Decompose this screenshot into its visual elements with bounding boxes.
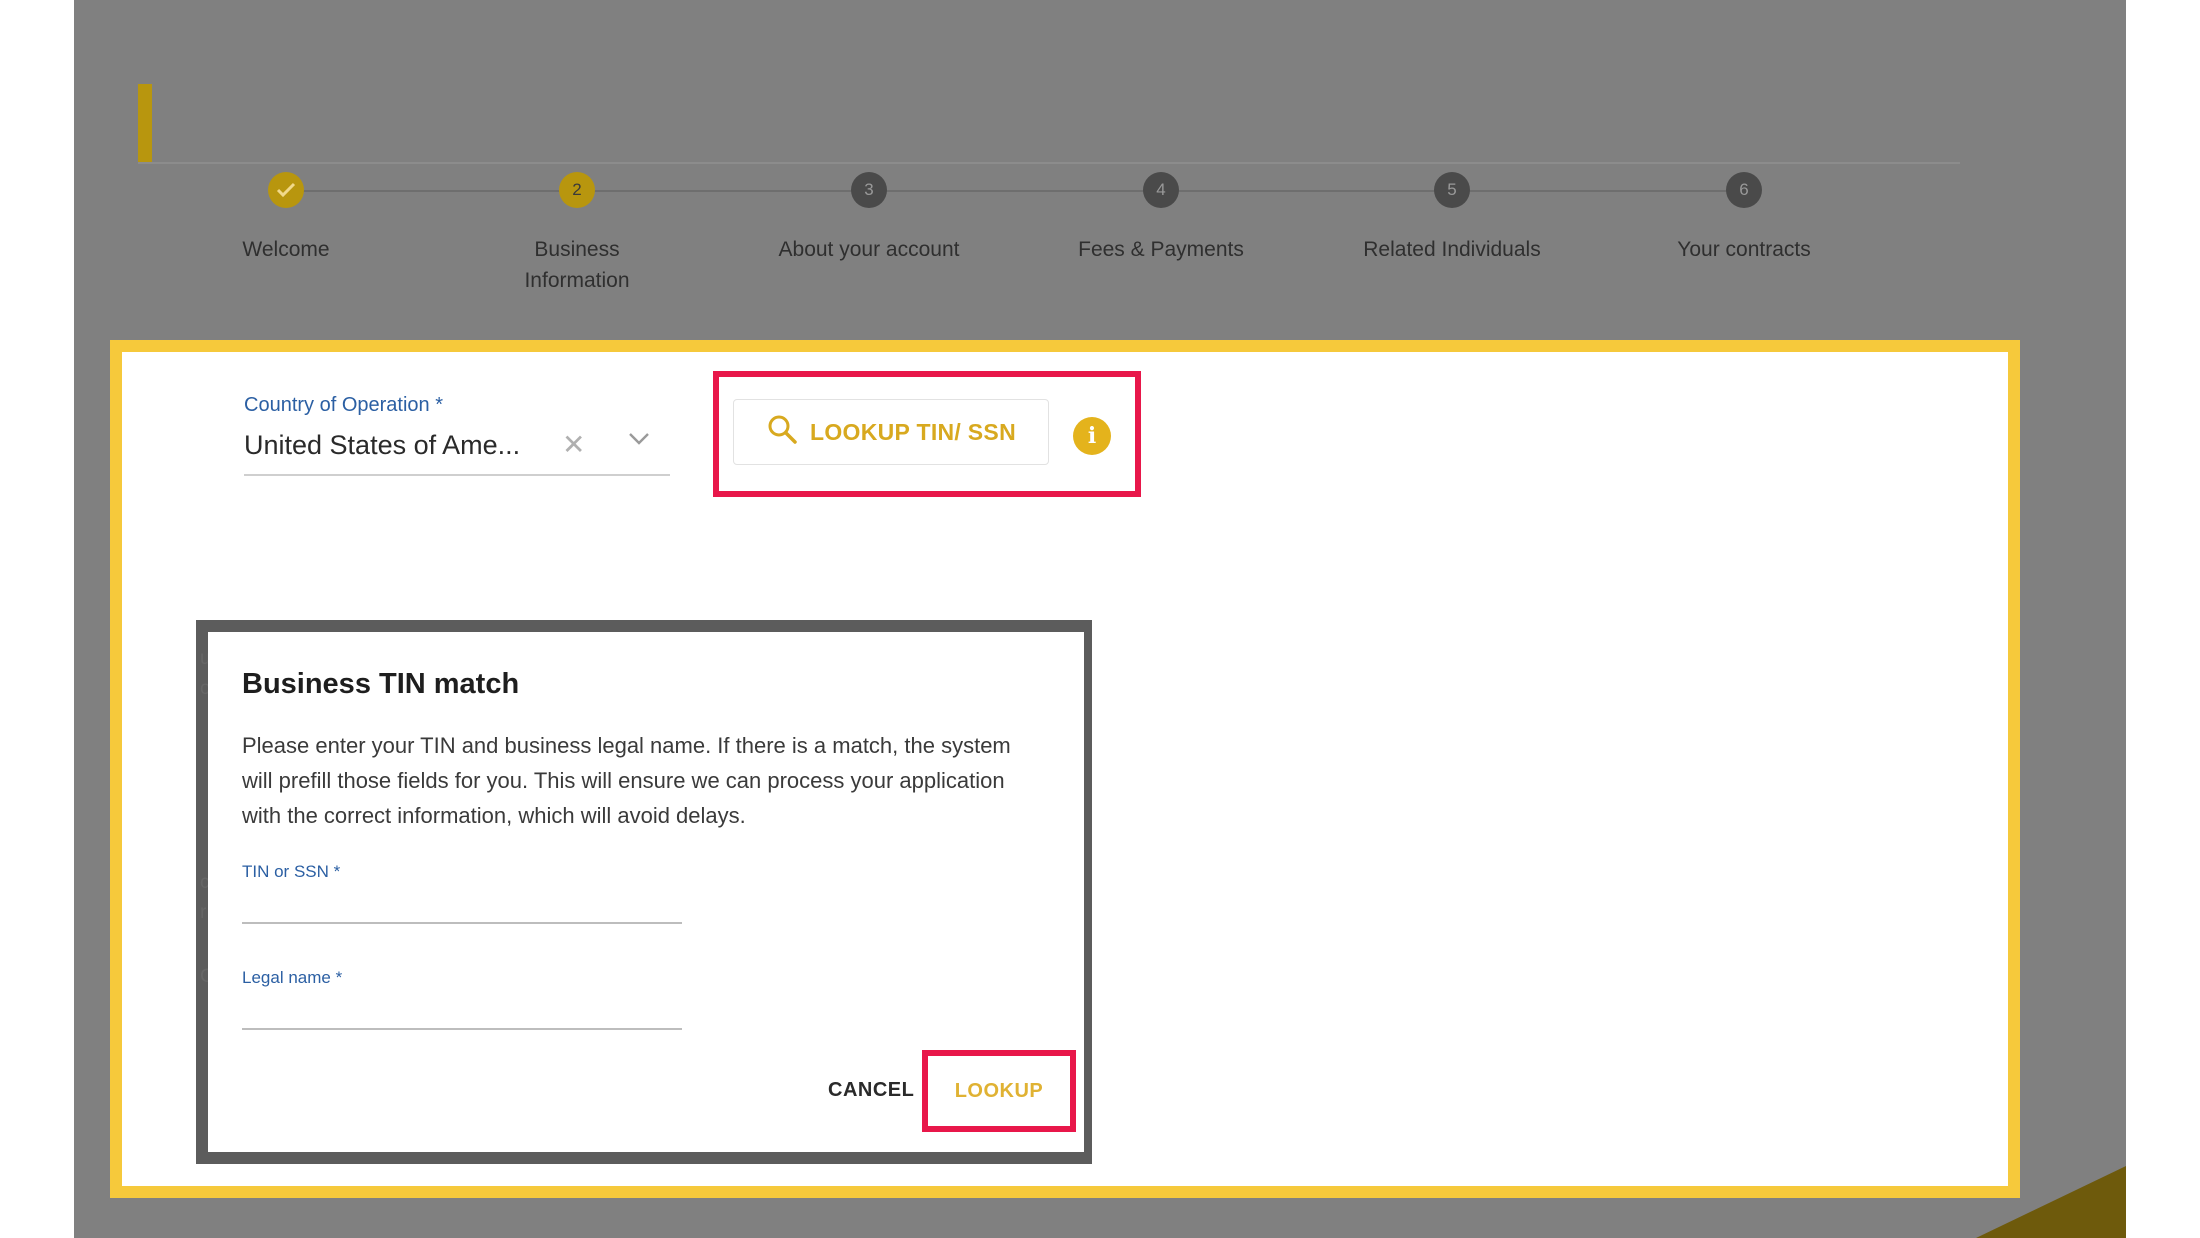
country-select[interactable]: Country of Operation * United States of … xyxy=(244,394,670,476)
tin-ssn-input[interactable] xyxy=(242,893,686,918)
brand-accent-bar xyxy=(138,84,152,162)
step-label: Your contracts xyxy=(1677,238,1811,261)
lookup-button[interactable]: LOOKUP xyxy=(949,1079,1050,1104)
business-tin-match-dialog: Business TIN match Please enter your TIN… xyxy=(208,632,1084,1152)
step-related-individuals[interactable]: 5 Related Individuals xyxy=(1322,172,1582,265)
step-complete-check-icon xyxy=(268,172,304,208)
lookup-button-highlight: LOOKUP xyxy=(922,1050,1076,1132)
dialog-description: Please enter your TIN and business legal… xyxy=(242,733,1011,828)
background-text-fragment: r xyxy=(200,902,207,923)
clear-icon[interactable]: ✕ xyxy=(562,428,585,461)
step-label: Business Information xyxy=(524,238,630,292)
legal-name-label: Legal name * xyxy=(242,968,343,987)
step-label: Welcome xyxy=(242,238,330,261)
dialog-title: Business TIN match xyxy=(242,668,520,700)
step-label: Related Individuals xyxy=(1363,238,1541,261)
chevron-down-icon[interactable] xyxy=(628,432,650,451)
lookup-tin-button[interactable]: LOOKUP TIN/ SSN xyxy=(733,399,1049,465)
legal-name-input[interactable] xyxy=(242,999,686,1024)
step-number: 4 xyxy=(1143,172,1179,208)
legal-name-field[interactable]: Legal name * xyxy=(242,968,686,1030)
lookup-tin-label: LOOKUP TIN/ SSN xyxy=(810,418,1016,445)
step-label: About your account xyxy=(778,238,960,261)
step-your-contracts[interactable]: 6 Your contracts xyxy=(1614,172,1874,265)
step-welcome[interactable]: Welcome xyxy=(156,172,416,265)
step-number: 6 xyxy=(1726,172,1762,208)
step-number: 5 xyxy=(1434,172,1470,208)
cancel-button[interactable]: CANCEL xyxy=(822,1078,920,1103)
step-number: 2 xyxy=(559,172,595,208)
step-fees-payments[interactable]: 4 Fees & Payments xyxy=(1031,172,1291,265)
tin-ssn-field[interactable]: TIN or SSN * xyxy=(242,862,686,924)
step-label: Fees & Payments xyxy=(1078,238,1244,261)
country-value: United States of Ame... xyxy=(244,430,521,460)
lookup-tin-highlight: LOOKUP TIN/ SSN i xyxy=(713,371,1141,497)
step-about-your-account[interactable]: 3 About your account xyxy=(739,172,999,265)
step-number: 3 xyxy=(851,172,887,208)
highlighted-form-panel: Country of Operation * United States of … xyxy=(110,340,2020,1198)
search-icon xyxy=(766,413,798,451)
step-business-information[interactable]: 2 Business Information xyxy=(447,172,707,296)
tin-ssn-label: TIN or SSN * xyxy=(242,862,341,881)
header-divider xyxy=(138,162,1960,164)
info-icon[interactable]: i xyxy=(1073,417,1111,455)
country-label: Country of Operation * xyxy=(244,394,443,416)
